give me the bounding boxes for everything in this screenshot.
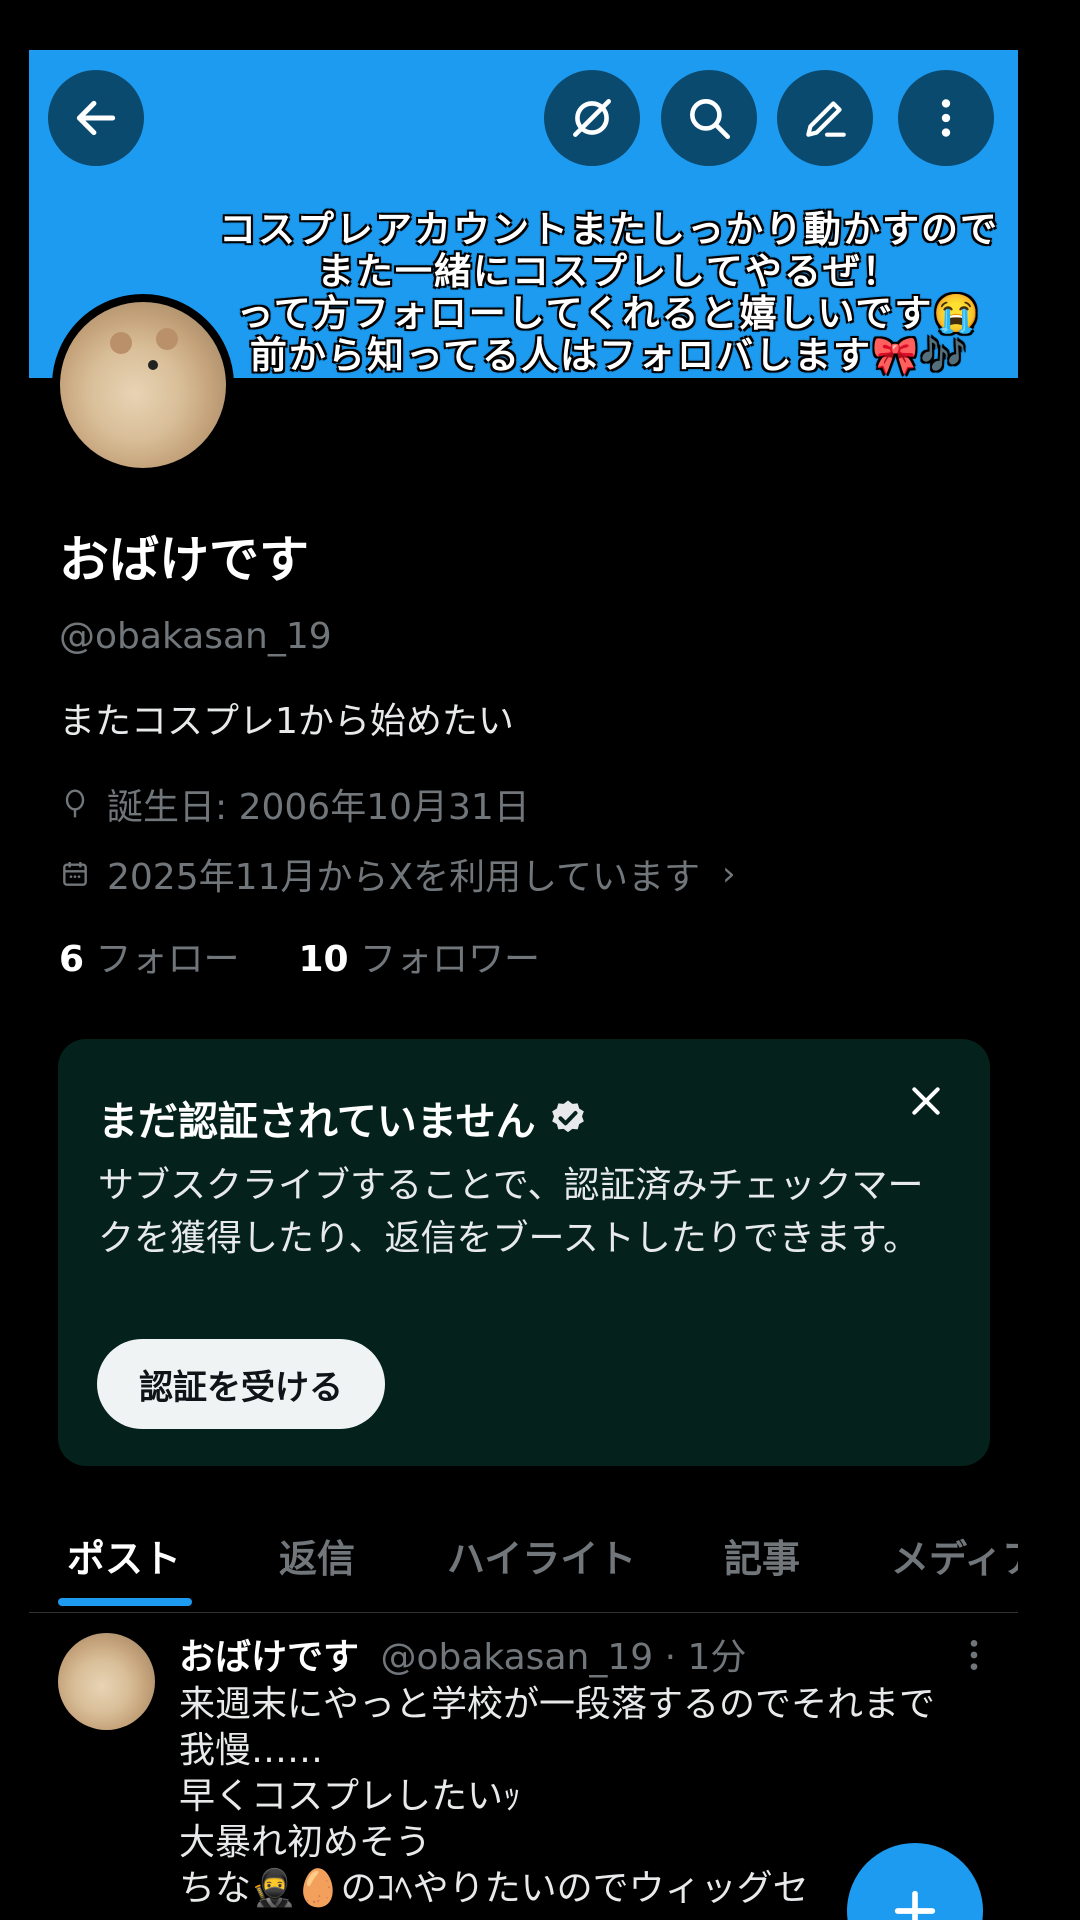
joined-row[interactable]: 2025年11月からXを利用しています › <box>59 848 736 900</box>
tab-posts[interactable]: ポスト <box>67 1528 181 1583</box>
post-line: 我慢…… <box>179 1730 324 1771</box>
profile-avatar[interactable] <box>52 294 234 476</box>
avatar-hamster-ear <box>156 328 178 350</box>
follow-stats: 6 フォロー 10 フォロワー <box>59 930 540 982</box>
verification-title-text: まだ認証されていません <box>98 1099 536 1145</box>
post-more-button[interactable] <box>959 1635 989 1675</box>
joined-text: 2025年11月からXを利用しています <box>107 857 701 898</box>
more-options-button[interactable] <box>898 70 994 166</box>
verification-description: サブスクライブすることで、認証済みチェックマークを獲得したり、返信をブーストした… <box>98 1165 924 1259</box>
edit-icon <box>806 101 846 137</box>
tab-media[interactable]: メディア <box>891 1528 1018 1583</box>
caption-line: また一緒にコスプレしてやるぜ！ <box>317 249 901 293</box>
post-author-avatar[interactable] <box>58 1633 155 1730</box>
post-author-name[interactable]: おばけです <box>179 1637 359 1678</box>
verification-prompt-card: まだ認証されていません サブスクライブすることで、認証済みチェックマークを獲得し… <box>58 1039 990 1466</box>
active-tab-indicator <box>58 1598 192 1606</box>
following-link[interactable]: 6 フォロー <box>59 939 240 980</box>
post-header: おばけです @obakasan_19 · 1分 <box>179 1628 746 1680</box>
caption-line: って方フォローしてくれると嬉しいです😭 <box>236 291 982 335</box>
back-button[interactable] <box>48 70 144 166</box>
profile-bio: またコスプレ1から始めたい <box>59 701 514 742</box>
post-meta: @obakasan_19 · 1分 <box>380 1637 747 1678</box>
followers-count: 10 <box>298 939 349 980</box>
verified-badge-icon <box>551 1100 584 1133</box>
banner-overlay-caption: コスプレアカウントまたしっかり動かすので また一緒にコスプレしてやるぜ！ って方… <box>159 208 1018 376</box>
close-icon <box>912 1087 940 1115</box>
avatar-hamster-eye <box>148 360 158 370</box>
profile-display-name: おばけです <box>59 531 309 589</box>
following-label: フォロー <box>95 939 240 980</box>
avatar-hamster-ear <box>110 332 132 354</box>
profile-handle: @obakasan_19 <box>59 616 332 657</box>
close-card-button[interactable] <box>902 1077 950 1125</box>
grok-button[interactable] <box>544 70 640 166</box>
caption-line: コスプレアカウントまたしっかり動かすので <box>219 207 999 251</box>
chevron-right-icon: › <box>722 854 736 894</box>
verification-title: まだ認証されていません <box>98 1089 588 1147</box>
calendar-icon <box>63 862 87 886</box>
birthday-text: 誕生日: 2006年10月31日 <box>107 787 530 828</box>
birthday-row: 誕生日: 2006年10月31日 <box>59 778 530 830</box>
more-vertical-icon <box>941 99 951 137</box>
post-line: 早くコスプレしたいｯ <box>179 1776 522 1817</box>
search-button[interactable] <box>661 70 757 166</box>
tab-articles[interactable]: 記事 <box>724 1528 800 1583</box>
tab-highlights[interactable]: ハイライト <box>447 1528 636 1583</box>
followers-label: フォロワー <box>360 939 541 980</box>
followers-link[interactable]: 10 フォロワー <box>298 939 540 980</box>
profile-screen: コスプレアカウントまたしっかり動かすので また一緒にコスプレしてやるぜ！ って方… <box>29 50 1018 1920</box>
back-arrow-icon <box>76 100 116 136</box>
tab-replies[interactable]: 返信 <box>279 1528 355 1583</box>
grok-icon <box>573 99 611 137</box>
edit-button[interactable] <box>777 70 873 166</box>
following-count: 6 <box>59 939 85 980</box>
get-verified-button[interactable]: 認証を受ける <box>97 1339 385 1429</box>
search-icon <box>690 99 731 140</box>
post-line: 来週末にやっと学校が一段落するのでそれまで <box>179 1684 936 1725</box>
more-vertical-icon <box>970 1640 978 1670</box>
balloon-icon <box>65 789 85 818</box>
caption-line: 前から知ってる人はフォロバします🎀🎶 <box>249 333 969 377</box>
plus-icon <box>894 1890 936 1920</box>
